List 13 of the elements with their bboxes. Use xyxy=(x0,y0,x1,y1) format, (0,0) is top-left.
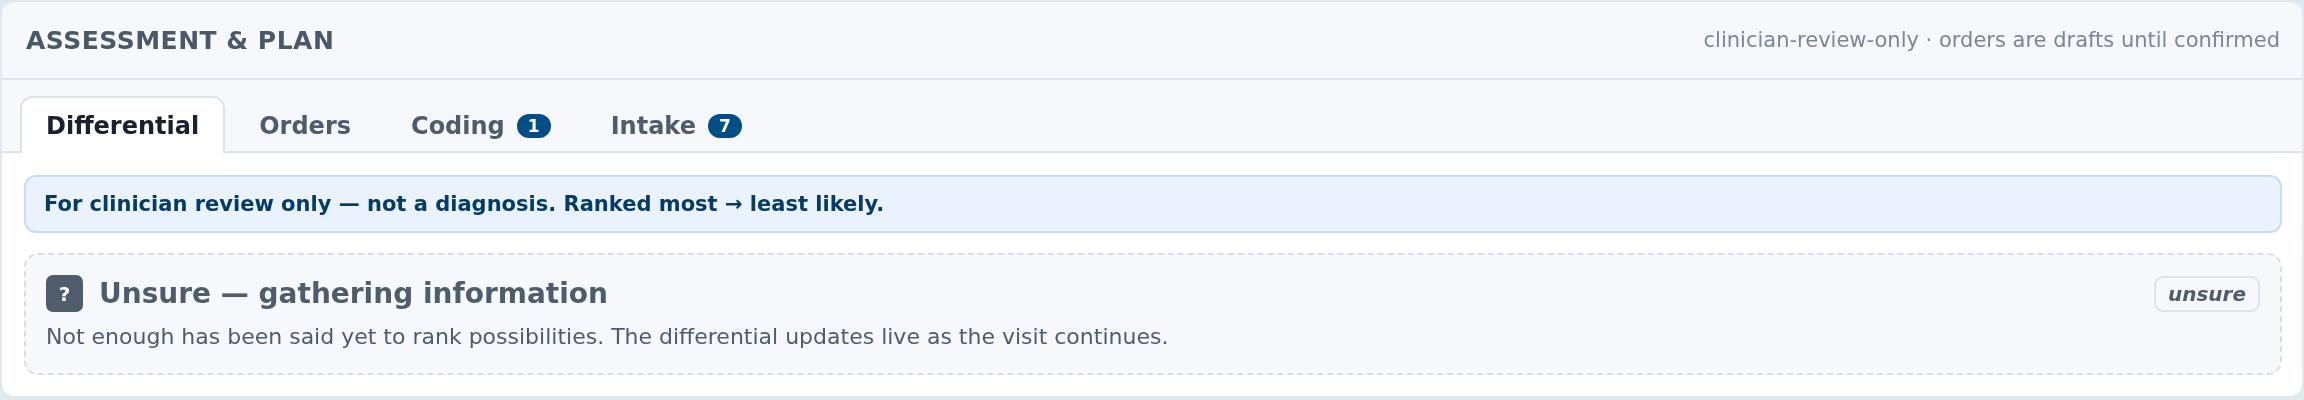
count-badge: 7 xyxy=(707,113,742,138)
tab[interactable]: Orders xyxy=(233,96,377,153)
review-banner: For clinician review only — not a diagnosis. Ranked most → least likely. xyxy=(24,175,2282,233)
status-description: Not enough has been said yet to rank possibilities. The differential updates live as the visit continues. xyxy=(46,324,1170,349)
tab[interactable]: Coding 1 xyxy=(385,96,577,153)
header-note: clinician-review-only · orders are drafts until confirmed xyxy=(1703,28,2280,52)
panel-title: ASSESSMENT & PLAN xyxy=(26,25,335,55)
count-badge: 1 xyxy=(516,113,551,138)
tab[interactable]: Intake 7 xyxy=(584,96,768,153)
status-title: Unsure — gathering information xyxy=(99,277,609,310)
tab[interactable]: Differential xyxy=(20,96,226,153)
question-icon: ? xyxy=(46,275,83,312)
status-tag: unsure xyxy=(2153,275,2260,312)
